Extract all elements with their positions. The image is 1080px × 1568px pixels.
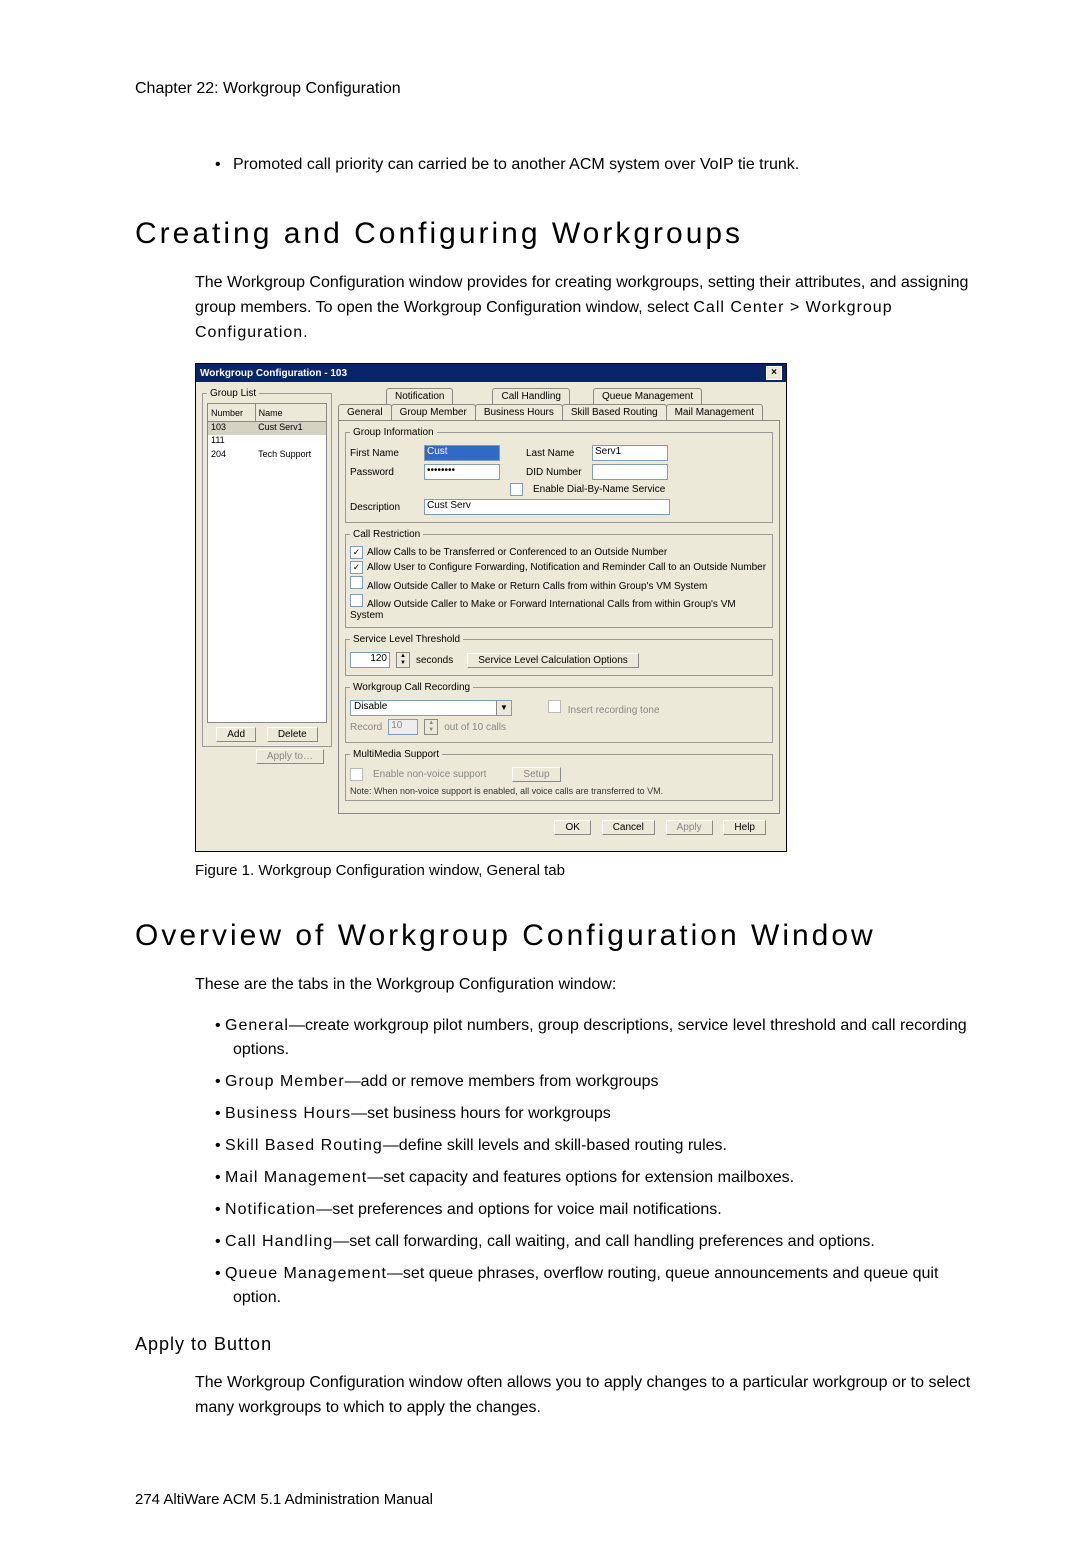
list-item: Skill Based Routing—define skill levels … — [215, 1134, 980, 1158]
group-list-table[interactable]: Number Name 103Cust Serv1 111 204Tech Su… — [207, 403, 327, 723]
recording-frame: Workgroup Call Recording Disable▼ Insert… — [345, 682, 773, 743]
top-bullet-line: •Promoted call priority can carried be t… — [215, 153, 980, 177]
list-item: Notification—set preferences and options… — [215, 1198, 980, 1222]
tab-general[interactable]: General — [338, 404, 392, 420]
tab-group-member[interactable]: Group Member — [391, 404, 476, 420]
para-creating: The Workgroup Configuration window provi… — [195, 271, 980, 345]
slt-frame: Service Level Threshold 120 ▲▼ seconds S… — [345, 634, 773, 676]
list-item: Business Hours—set business hours for wo… — [215, 1102, 980, 1126]
tab-notification[interactable]: Notification — [386, 388, 453, 404]
label-dialbyname: Enable Dial-By-Name Service — [533, 484, 665, 495]
nonvoice-label: Enable non-voice support — [373, 769, 486, 780]
general-tab-panel: Group Information First Name Cust Last N… — [338, 420, 780, 814]
tab-row-back: Notification Call Handling Queue Managem… — [338, 388, 780, 404]
delete-button[interactable]: Delete — [267, 727, 318, 742]
help-button[interactable]: Help — [723, 820, 766, 835]
dialog-title: Workgroup Configuration - 103 — [200, 368, 347, 379]
table-row[interactable]: 103Cust Serv1 — [208, 421, 327, 435]
last-name-input[interactable]: Serv1 — [592, 445, 668, 461]
first-name-input[interactable]: Cust — [424, 445, 500, 461]
overview-intro: These are the tabs in the Workgroup Conf… — [195, 973, 980, 998]
workgroup-config-dialog: Workgroup Configuration - 103 × Group Li… — [195, 363, 787, 852]
record-suffix: out of 10 calls — [444, 722, 506, 733]
overview-list: General—create workgroup pilot numbers, … — [215, 1014, 980, 1310]
group-list-frame: Group List Number Name 103Cust Serv1 111 — [202, 388, 332, 747]
chapter-header: Chapter 22: Workgroup Configuration — [135, 80, 980, 98]
top-bullet-text: Promoted call priority can carried be to… — [233, 156, 799, 173]
cancel-button[interactable]: Cancel — [602, 820, 655, 835]
chevron-down-icon: ▼ — [496, 701, 511, 715]
list-item: General—create workgroup pilot numbers, … — [215, 1014, 980, 1062]
recording-tone-checkbox — [548, 700, 561, 713]
restrict-label-3: Allow Outside Caller to Make or Return C… — [367, 581, 707, 592]
page-footer: 274 AltiWare ACM 5.1 Administration Manu… — [135, 1491, 980, 1508]
restriction-legend: Call Restriction — [350, 529, 423, 540]
restrict-label-4: Allow Outside Caller to Make or Forward … — [350, 599, 736, 621]
dialog-titlebar: Workgroup Configuration - 103 × — [196, 364, 786, 382]
tab-mail-management[interactable]: Mail Management — [666, 404, 763, 420]
heading-creating: Creating and Configuring Workgroups — [135, 217, 980, 251]
multimedia-note: Note: When non-voice support is enabled,… — [350, 786, 768, 796]
group-info-frame: Group Information First Name Cust Last N… — [345, 427, 773, 523]
slt-seconds: seconds — [416, 655, 453, 666]
list-item: Call Handling—set call forwarding, call … — [215, 1230, 980, 1254]
slt-spinner[interactable]: ▲▼ — [396, 652, 410, 668]
apply-to-button[interactable]: Apply to… — [256, 749, 324, 764]
recording-tone-label: Insert recording tone — [568, 705, 660, 716]
tab-business-hours[interactable]: Business Hours — [475, 404, 563, 420]
heading-apply-to: Apply to Button — [135, 1334, 980, 1355]
did-input[interactable] — [592, 464, 668, 480]
add-button[interactable]: Add — [216, 727, 256, 742]
restrict-cb-3[interactable] — [350, 576, 363, 589]
tab-skill-routing[interactable]: Skill Based Routing — [562, 404, 667, 420]
restrict-label-2: Allow User to Configure Forwarding, Noti… — [367, 562, 766, 573]
restrict-label-1: Allow Calls to be Transferred or Confere… — [367, 547, 667, 558]
apply-button[interactable]: Apply — [666, 820, 713, 835]
label-did: DID Number — [526, 467, 586, 478]
multimedia-legend: MultiMedia Support — [350, 749, 442, 760]
label-description: Description — [350, 502, 418, 513]
screenshot-figure: Workgroup Configuration - 103 × Group Li… — [195, 363, 980, 852]
col-number: Number — [208, 404, 256, 421]
para-apply-to: The Workgroup Configuration window often… — [195, 1371, 980, 1421]
dialbyname-checkbox[interactable] — [510, 483, 523, 496]
record-spinner: ▲▼ — [424, 719, 438, 735]
tab-queue-management[interactable]: Queue Management — [593, 388, 702, 404]
setup-button[interactable]: Setup — [512, 767, 560, 782]
label-last-name: Last Name — [526, 448, 586, 459]
description-input[interactable]: Cust Serv — [424, 499, 670, 515]
slt-options-button[interactable]: Service Level Calculation Options — [467, 653, 639, 668]
slt-legend: Service Level Threshold — [350, 634, 463, 645]
label-password: Password — [350, 467, 418, 478]
restrict-cb-2[interactable]: ✓ — [350, 561, 363, 574]
call-restriction-frame: Call Restriction ✓ Allow Calls to be Tran… — [345, 529, 773, 628]
restrict-cb-4[interactable] — [350, 594, 363, 607]
list-item: Group Member—add or remove members from … — [215, 1070, 980, 1094]
group-info-legend: Group Information — [350, 427, 437, 438]
list-item: Mail Management—set capacity and feature… — [215, 1166, 980, 1190]
heading-overview: Overview of Workgroup Configuration Wind… — [135, 919, 980, 953]
recording-dropdown[interactable]: Disable▼ — [350, 700, 512, 716]
list-item: Queue Management—set queue phrases, over… — [215, 1262, 980, 1310]
password-input[interactable]: •••••••• — [424, 464, 500, 480]
nonvoice-checkbox[interactable] — [350, 768, 363, 781]
record-count-input: 10 — [388, 719, 418, 735]
multimedia-frame: MultiMedia Support Enable non-voice supp… — [345, 749, 773, 801]
col-name: Name — [255, 404, 326, 421]
table-row[interactable]: 111 — [208, 435, 327, 448]
figure-caption: Figure 1. Workgroup Configuration window… — [195, 862, 980, 879]
restrict-cb-1[interactable]: ✓ — [350, 546, 363, 559]
close-icon[interactable]: × — [766, 366, 782, 380]
group-list-legend: Group List — [207, 388, 259, 399]
tab-call-handling[interactable]: Call Handling — [492, 388, 569, 404]
label-first-name: First Name — [350, 448, 418, 459]
ok-button[interactable]: OK — [554, 820, 590, 835]
record-label: Record — [350, 722, 382, 733]
slt-input[interactable]: 120 — [350, 652, 390, 668]
tab-row-front: General Group Member Business Hours Skil… — [338, 404, 780, 420]
table-row[interactable]: 204Tech Support — [208, 449, 327, 462]
recording-legend: Workgroup Call Recording — [350, 682, 473, 693]
